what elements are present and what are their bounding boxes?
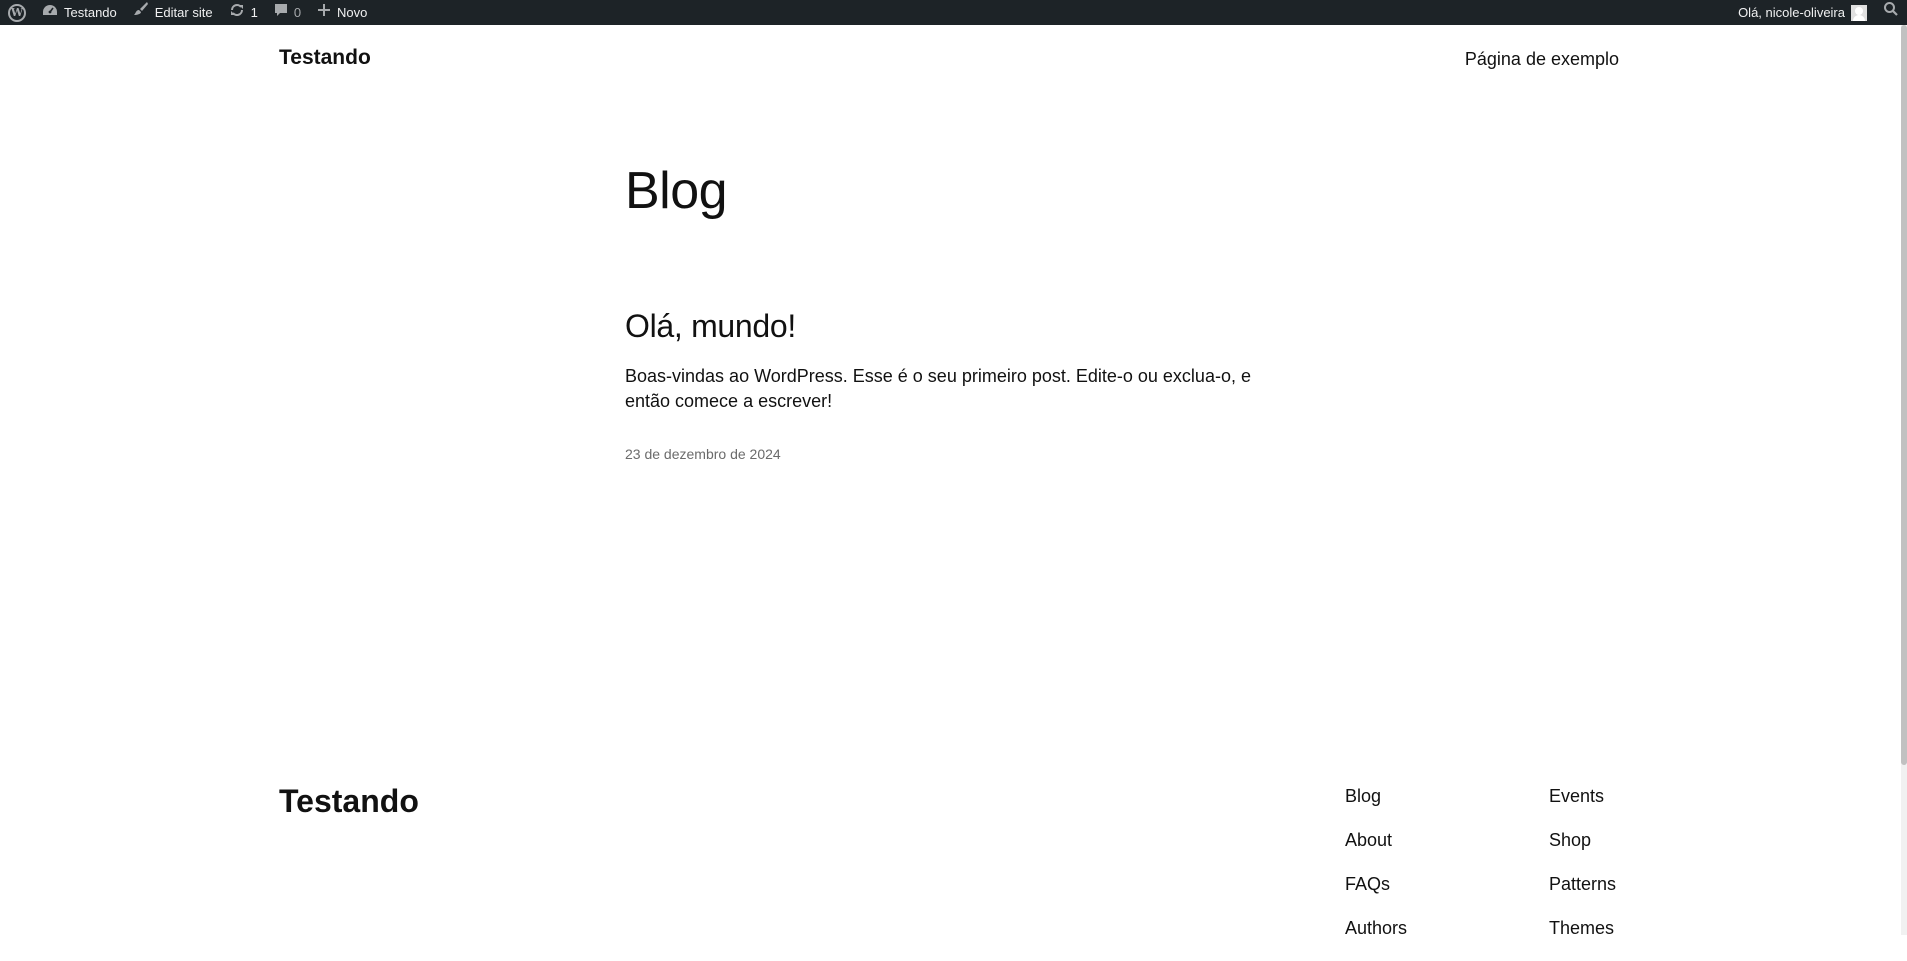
avatar: [1851, 4, 1867, 21]
footer-link-about[interactable]: About: [1345, 829, 1407, 873]
admin-bar-search[interactable]: [1875, 0, 1907, 25]
page-title: Blog: [625, 162, 728, 220]
edit-site-button[interactable]: Editar site: [125, 0, 221, 25]
footer-link-blog[interactable]: Blog: [1345, 785, 1407, 829]
footer-link-patterns[interactable]: Patterns: [1549, 873, 1616, 917]
admin-bar-right: Olá, nicole-oliveira: [1730, 0, 1907, 25]
greeting-label: Olá, nicole-oliveira: [1738, 5, 1845, 20]
footer-link-authors[interactable]: Authors: [1345, 917, 1407, 961]
footer-link-shop[interactable]: Shop: [1549, 829, 1616, 873]
nav-link-sample-page[interactable]: Página de exemplo: [1465, 49, 1619, 70]
admin-bar-left: W Testando Editar site 1 0 Novo: [0, 0, 375, 25]
site-name-label: Testando: [64, 5, 117, 20]
admin-bar: W Testando Editar site 1 0 Novo Olá, nic…: [0, 0, 1907, 25]
footer-link-faqs[interactable]: FAQs: [1345, 873, 1407, 917]
refresh-icon: [229, 0, 245, 25]
comments-button[interactable]: 0: [266, 0, 309, 25]
new-content-button[interactable]: Novo: [309, 0, 375, 25]
comment-icon: [274, 0, 288, 25]
footer-link-events[interactable]: Events: [1549, 785, 1616, 829]
comments-count: 0: [293, 5, 302, 20]
wordpress-menu[interactable]: W: [0, 0, 34, 25]
footer-site-title[interactable]: Testando: [279, 783, 419, 820]
site-title[interactable]: Testando: [279, 46, 371, 70]
dashboard-icon: [42, 0, 58, 25]
site-name-menu[interactable]: Testando: [34, 0, 125, 25]
post-title[interactable]: Olá, mundo!: [625, 308, 796, 345]
post-excerpt: Boas-vindas ao WordPress. Esse é o seu p…: [625, 366, 1251, 411]
edit-site-label: Editar site: [154, 5, 213, 20]
new-content-label: Novo: [337, 5, 368, 20]
plus-icon: [317, 0, 331, 25]
search-icon: [1883, 0, 1899, 25]
brush-icon: [133, 0, 149, 25]
updates-count: 1: [250, 5, 258, 20]
footer-link-themes[interactable]: Themes: [1549, 917, 1616, 961]
post-date[interactable]: 23 de dezembro de 2024: [625, 446, 781, 462]
my-account-menu[interactable]: Olá, nicole-oliveira: [1730, 0, 1875, 25]
wordpress-logo-icon: W: [8, 3, 26, 22]
scrollbar-thumb[interactable]: [1901, 25, 1907, 765]
updates-button[interactable]: 1: [221, 0, 266, 25]
